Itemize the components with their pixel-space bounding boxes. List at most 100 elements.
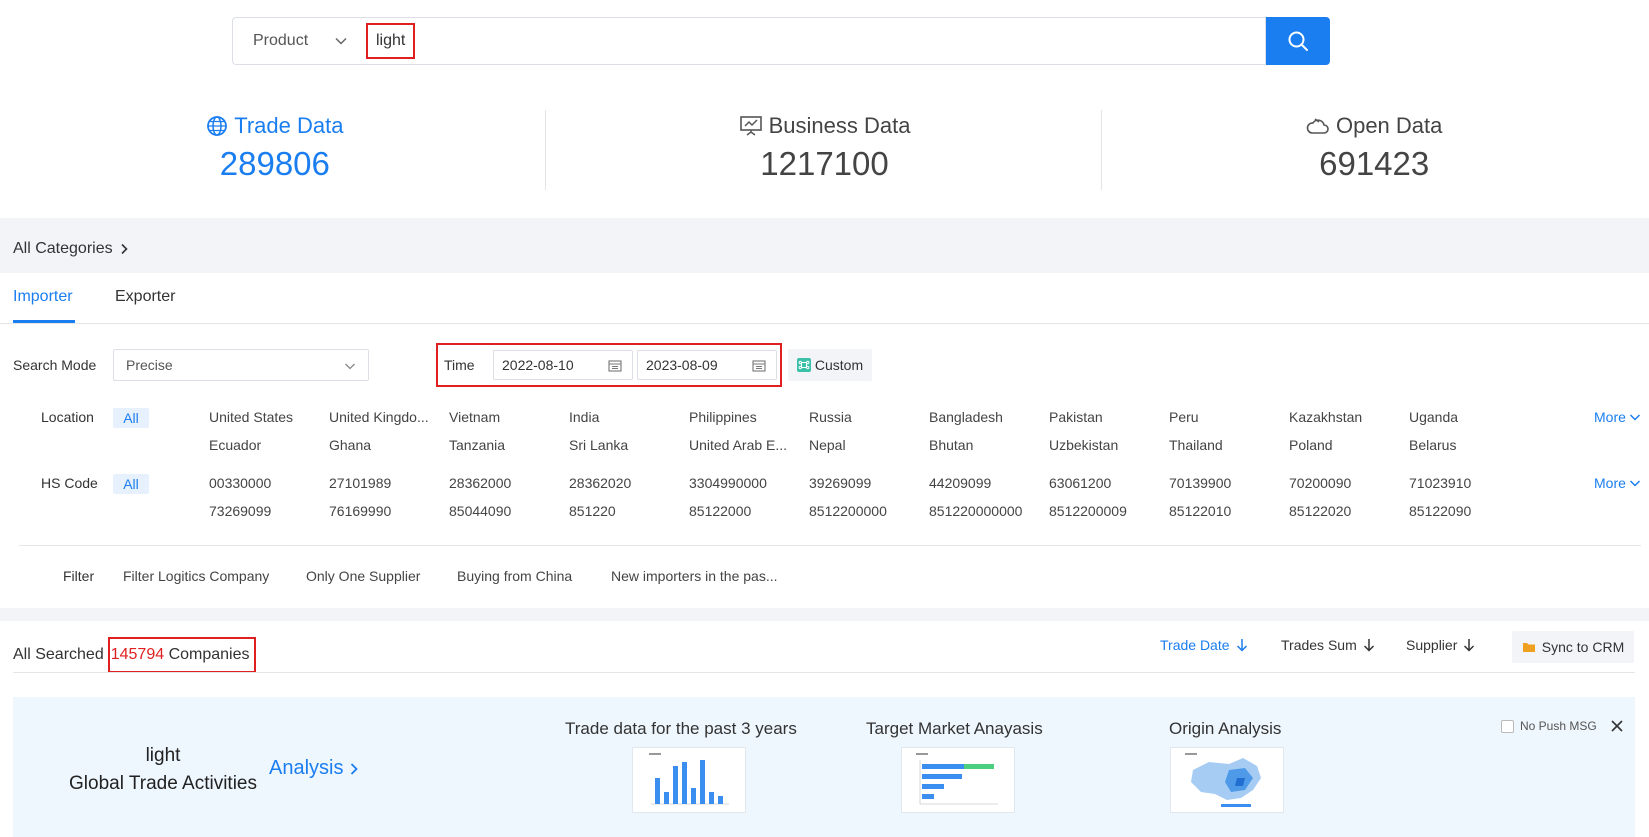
search-mode-select[interactable]: Precise xyxy=(113,349,369,381)
hs-code-option[interactable]: 44209099 xyxy=(929,475,991,491)
search-input[interactable]: light xyxy=(362,17,1266,65)
location-option[interactable]: Belarus xyxy=(1409,437,1456,453)
filter-label: Filter xyxy=(63,568,95,584)
hs-code-option[interactable]: 851220000000 xyxy=(929,503,1022,519)
divider xyxy=(19,545,1641,546)
analysis-link[interactable]: Analysis xyxy=(269,757,359,780)
tab-exporter[interactable]: Exporter xyxy=(115,288,175,306)
search-mode-value: Precise xyxy=(126,357,173,373)
location-option[interactable]: United States xyxy=(209,409,293,425)
hs-code-option[interactable]: 76169990 xyxy=(329,503,391,519)
location-option[interactable]: India xyxy=(569,409,599,425)
filter-new-importers[interactable]: New importers in the pas... xyxy=(611,568,778,584)
hs-code-option[interactable]: 28362020 xyxy=(569,475,631,491)
sort-trade-date[interactable]: Trade Date xyxy=(1160,637,1248,653)
hs-code-option[interactable]: 85122000 xyxy=(689,503,751,519)
location-all[interactable]: All xyxy=(113,408,149,428)
hs-code-option[interactable]: 851220 xyxy=(569,503,616,519)
no-push-label: No Push MSG xyxy=(1520,719,1597,733)
hs-code-option[interactable]: 8512200000 xyxy=(809,503,887,519)
sort-trades-sum[interactable]: Trades Sum xyxy=(1281,637,1375,653)
target-market-thumbnail[interactable] xyxy=(901,747,1015,813)
location-label: Location xyxy=(41,409,94,425)
location-option[interactable]: United Kingdo... xyxy=(329,409,429,425)
search-button[interactable] xyxy=(1266,17,1330,65)
stat-trade-data[interactable]: Trade Data 289806 xyxy=(0,100,550,196)
results-count: 145794 xyxy=(110,646,165,663)
stat-label: Business Data xyxy=(768,113,911,138)
hs-code-option[interactable]: 28362000 xyxy=(449,475,511,491)
command-icon xyxy=(796,358,811,372)
results-count-box: 145794 Companies xyxy=(107,637,256,673)
location-option[interactable]: Peru xyxy=(1169,409,1199,425)
sync-to-crm-button[interactable]: Sync to CRM xyxy=(1512,631,1634,663)
location-option[interactable]: Bangladesh xyxy=(929,409,1003,425)
analysis-panel: light Global Trade Activities Analysis T… xyxy=(13,697,1635,837)
hs-code-option[interactable]: 70139900 xyxy=(1169,475,1231,491)
close-icon[interactable] xyxy=(1611,720,1623,732)
sort-supplier[interactable]: Supplier xyxy=(1406,637,1475,653)
location-option[interactable]: Russia xyxy=(809,409,852,425)
globe-icon xyxy=(207,116,228,136)
start-date-input[interactable]: 2022-08-10 xyxy=(493,350,633,380)
location-option[interactable]: Bhutan xyxy=(929,437,973,453)
stat-value: 691423 xyxy=(1319,145,1430,182)
hs-code-option[interactable]: 8512200009 xyxy=(1049,503,1127,519)
location-option[interactable]: Uzbekistan xyxy=(1049,437,1118,453)
more-label: More xyxy=(1594,475,1626,491)
location-option[interactable]: Ghana xyxy=(329,437,371,453)
location-option[interactable]: Sri Lanka xyxy=(569,437,628,453)
calendar-icon xyxy=(608,360,622,372)
no-push-checkbox[interactable] xyxy=(1501,719,1514,733)
hs-code-option[interactable]: 71023910 xyxy=(1409,475,1471,491)
horizontal-bar-chart-icon xyxy=(916,753,998,805)
no-push-msg-toggle[interactable]: No Push MSG xyxy=(1501,719,1623,733)
stat-label: Open Data xyxy=(1335,113,1443,138)
location-option[interactable]: United Arab E... xyxy=(689,437,787,453)
search-mode-label: Search Mode xyxy=(13,357,97,373)
hs-code-option[interactable]: 39269099 xyxy=(809,475,871,491)
origin-map-thumbnail[interactable] xyxy=(1170,747,1284,813)
filter-logistics-company[interactable]: Filter Logitics Company xyxy=(123,568,269,584)
hs-code-option[interactable]: 73269099 xyxy=(209,503,271,519)
hs-code-option[interactable]: 85122010 xyxy=(1169,503,1231,519)
custom-button[interactable]: Custom xyxy=(788,349,872,381)
stat-business-data[interactable]: Business Data 1217100 xyxy=(550,100,1100,196)
chevron-right-icon xyxy=(351,762,359,775)
search-type-select[interactable]: Product xyxy=(232,17,362,65)
location-option[interactable]: Poland xyxy=(1289,437,1333,453)
location-option[interactable]: Tanzania xyxy=(449,437,505,453)
location-option[interactable]: Vietnam xyxy=(449,409,500,425)
hs-code-option[interactable]: 27101989 xyxy=(329,475,391,491)
tab-importer[interactable]: Importer xyxy=(13,288,73,306)
hs-code-option[interactable]: 85122090 xyxy=(1409,503,1471,519)
hs-code-option[interactable]: 00330000 xyxy=(209,475,271,491)
hs-code-all[interactable]: All xyxy=(113,474,149,494)
location-more-button[interactable]: More xyxy=(1594,409,1641,425)
location-option[interactable]: Kazakhstan xyxy=(1289,409,1362,425)
location-option[interactable]: Philippines xyxy=(689,409,757,425)
location-option[interactable]: Nepal xyxy=(809,437,846,453)
filter-only-one-supplier[interactable]: Only One Supplier xyxy=(306,568,420,584)
end-date-input[interactable]: 2023-08-09 xyxy=(637,350,777,380)
analysis-link-label: Analysis xyxy=(269,757,344,779)
map-icon xyxy=(1185,753,1261,807)
all-categories-link[interactable]: All Categories xyxy=(13,240,129,258)
location-option[interactable]: Thailand xyxy=(1169,437,1223,453)
location-option[interactable]: Ecuador xyxy=(209,437,261,453)
hs-code-option[interactable]: 63061200 xyxy=(1049,475,1111,491)
location-option[interactable]: Pakistan xyxy=(1049,409,1103,425)
hs-code-option[interactable]: 3304990000 xyxy=(689,475,767,491)
hs-code-more-button[interactable]: More xyxy=(1594,475,1641,491)
trade-data-thumbnail[interactable] xyxy=(632,747,746,813)
hs-code-option[interactable]: 85044090 xyxy=(449,503,511,519)
hs-code-option[interactable]: 70200090 xyxy=(1289,475,1351,491)
hs-code-option[interactable]: 85122020 xyxy=(1289,503,1351,519)
stat-value: 289806 xyxy=(219,145,330,182)
calendar-icon xyxy=(752,360,766,372)
location-option[interactable]: Uganda xyxy=(1409,409,1458,425)
results-summary: All Searched 145794 Companies xyxy=(13,637,256,673)
stat-open-data[interactable]: Open Data 691423 xyxy=(1099,100,1649,196)
filter-buying-from-china[interactable]: Buying from China xyxy=(457,568,572,584)
custom-label: Custom xyxy=(814,357,864,373)
